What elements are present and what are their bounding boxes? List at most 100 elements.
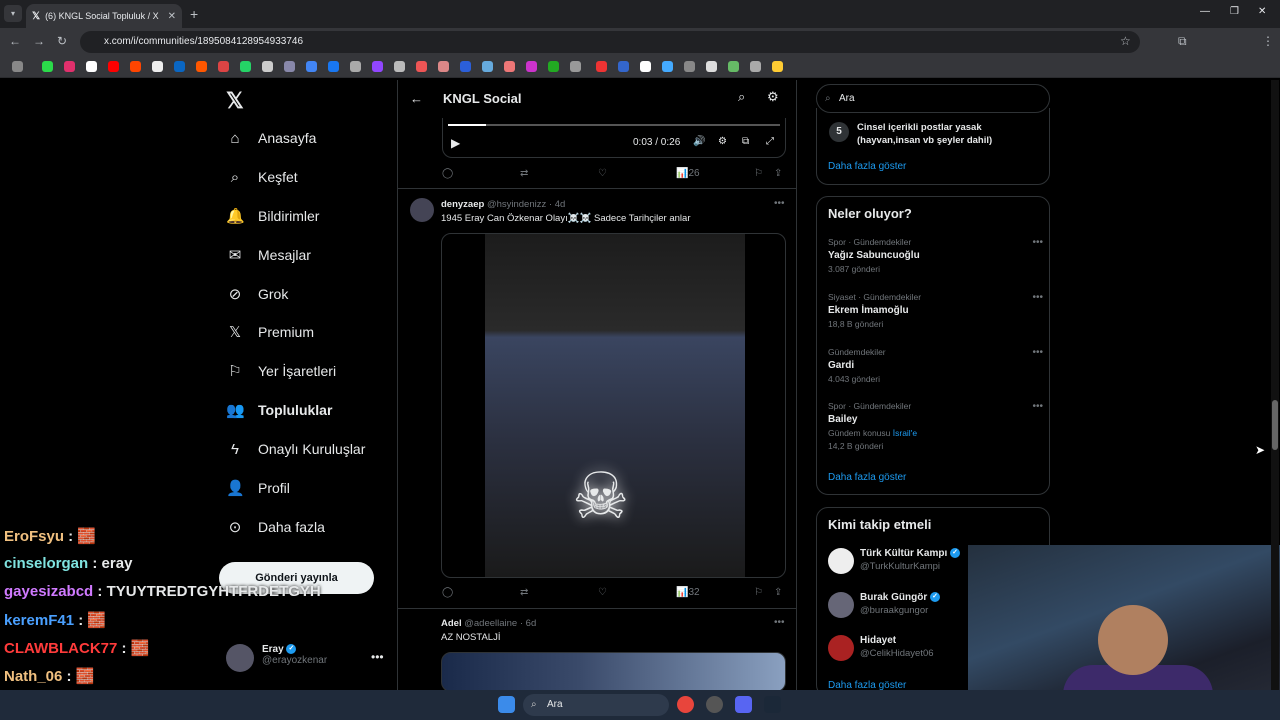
taskbar-search[interactable]: ⌕ Ara bbox=[523, 694, 669, 716]
bookmark-icon[interactable] bbox=[42, 61, 53, 72]
bookmark-icon[interactable] bbox=[86, 61, 97, 72]
bookmark-icon[interactable] bbox=[772, 61, 783, 72]
bookmark-icon[interactable] bbox=[372, 61, 383, 72]
bookmark-icon[interactable] bbox=[262, 61, 273, 72]
views-stat[interactable]: 📊 32 bbox=[676, 587, 700, 598]
windows-start-icon[interactable] bbox=[498, 696, 515, 713]
bookmark-icon[interactable] bbox=[728, 61, 739, 72]
pip-icon[interactable]: ⧉ bbox=[742, 136, 749, 147]
bookmark-icon[interactable] bbox=[306, 61, 317, 72]
like-icon[interactable]: ♡ bbox=[598, 168, 607, 179]
nav-item-messages[interactable]: ✉ Mesajlar bbox=[226, 243, 311, 267]
bookmark-icon[interactable] bbox=[684, 61, 695, 72]
window-close-icon[interactable]: ✕ bbox=[1258, 6, 1266, 17]
bookmark-icon[interactable] bbox=[394, 61, 405, 72]
bookmark-icon[interactable] bbox=[240, 61, 251, 72]
post-more-icon[interactable]: ••• bbox=[774, 198, 785, 209]
bookmark-icon[interactable] bbox=[526, 61, 537, 72]
nav-item-verified-orgs[interactable]: ϟ Onaylı Kuruluşlar bbox=[226, 437, 365, 461]
search-icon[interactable]: ⌕ bbox=[738, 89, 745, 105]
nav-item-premium[interactable]: 𝕏 Premium bbox=[226, 320, 314, 344]
trend-more-icon[interactable]: ••• bbox=[1032, 347, 1043, 358]
trend-more-icon[interactable]: ••• bbox=[1032, 292, 1043, 303]
bookmark-icon[interactable] bbox=[130, 61, 141, 72]
post-video[interactable]: ☠ bbox=[441, 233, 786, 578]
account-more-icon[interactable]: ••• bbox=[371, 650, 384, 664]
forward-icon[interactable]: → bbox=[33, 34, 45, 48]
bookmark-star-icon[interactable]: ☆ bbox=[1120, 34, 1131, 48]
reload-icon[interactable]: ↻ bbox=[57, 34, 67, 48]
bookmark-icon[interactable] bbox=[438, 61, 449, 72]
back-icon[interactable]: ← bbox=[9, 34, 21, 48]
page-scrollbar[interactable] bbox=[1271, 80, 1279, 690]
minimize-icon[interactable]: — bbox=[1200, 6, 1210, 17]
browser-tab[interactable]: 𝕏 (6) KNGL Social Topluluk / X ✕ bbox=[26, 4, 182, 28]
nav-item-bookmarks[interactable]: ⚐ Yer İşaretleri bbox=[226, 359, 336, 383]
x-logo-icon[interactable]: 𝕏 bbox=[226, 88, 244, 114]
reply-icon[interactable]: ◯ bbox=[442, 168, 453, 179]
views-stat[interactable]: 📊 26 bbox=[676, 168, 700, 179]
post-author[interactable]: Adel bbox=[441, 618, 462, 629]
bookmark-icon[interactable] bbox=[218, 61, 229, 72]
bookmark-icon[interactable] bbox=[152, 61, 163, 72]
nav-item-home[interactable]: ⌂ Anasayfa bbox=[226, 126, 316, 150]
trend-item[interactable]: Gündemdekiler Gardi 4.043 gönderi ••• bbox=[828, 347, 1043, 384]
chrome-icon[interactable] bbox=[677, 696, 694, 713]
bookmark-icon[interactable] bbox=[174, 61, 185, 72]
obs-icon[interactable] bbox=[706, 696, 723, 713]
follow-suggestion[interactable]: Türk Kültür Kampı ✓ @TurkKulturKampi bbox=[828, 548, 961, 574]
bookmark-icon[interactable] bbox=[548, 61, 559, 72]
restore-icon[interactable]: ❐ bbox=[1230, 6, 1239, 17]
bookmark-icon[interactable] bbox=[416, 61, 427, 72]
new-tab-icon[interactable]: + bbox=[190, 6, 198, 22]
url-bar[interactable]: x.com/i/communities/1895084128954933746 bbox=[80, 31, 1140, 53]
nav-item-communities[interactable]: 👥 Topluluklar bbox=[226, 398, 332, 422]
tab-close-icon[interactable]: ✕ bbox=[168, 11, 176, 22]
nav-item-notifications[interactable]: 🔔 Bildirimler bbox=[226, 204, 319, 228]
play-icon[interactable]: ▶ bbox=[451, 136, 460, 150]
nav-item-grok[interactable]: ⊘ Grok bbox=[226, 282, 289, 306]
fullscreen-icon[interactable]: ⤢ bbox=[766, 136, 774, 147]
bookmark-icon[interactable] bbox=[108, 61, 119, 72]
like-icon[interactable]: ♡ bbox=[598, 587, 607, 598]
scrollbar-thumb[interactable] bbox=[1272, 400, 1278, 450]
trend-more-icon[interactable]: ••• bbox=[1032, 401, 1043, 412]
bookmark-icon[interactable] bbox=[640, 61, 651, 72]
bookmark-icon[interactable] bbox=[64, 61, 75, 72]
tab-search-button[interactable]: ▾ bbox=[4, 5, 22, 22]
back-arrow-icon[interactable]: ← bbox=[410, 91, 423, 106]
avatar[interactable] bbox=[410, 198, 434, 222]
share-icon[interactable]: ⇪ bbox=[774, 587, 782, 598]
post-image[interactable] bbox=[441, 652, 786, 690]
repost-icon[interactable]: ⇄ bbox=[520, 587, 528, 598]
bookmark-icon[interactable] bbox=[570, 61, 581, 72]
settings-icon[interactable]: ⚙ bbox=[718, 136, 727, 147]
bookmark-icon[interactable] bbox=[662, 61, 673, 72]
show-more-link[interactable]: Daha fazla göster bbox=[828, 161, 906, 172]
post-author[interactable]: denyzaep bbox=[441, 199, 484, 210]
follow-suggestion[interactable]: Burak Güngör ✓ @buraakgungor bbox=[828, 592, 941, 618]
nav-item-explore[interactable]: ⌕ Keşfet bbox=[226, 165, 298, 189]
volume-icon[interactable]: 🔊 bbox=[693, 136, 705, 147]
bookmark-icon[interactable] bbox=[328, 61, 339, 72]
reply-icon[interactable]: ◯ bbox=[442, 587, 453, 598]
repost-icon[interactable]: ⇄ bbox=[520, 168, 528, 179]
bookmark-icon[interactable] bbox=[504, 61, 515, 72]
share-icon[interactable]: ⇪ bbox=[774, 168, 782, 179]
bookmark-icon[interactable]: ⚐ bbox=[754, 168, 763, 179]
discord-icon[interactable] bbox=[735, 696, 752, 713]
bookmark-icon[interactable] bbox=[618, 61, 629, 72]
extensions-icon[interactable]: ⧉ bbox=[1178, 34, 1187, 49]
trend-more-icon[interactable]: ••• bbox=[1032, 237, 1043, 248]
bookmark-icon[interactable] bbox=[596, 61, 607, 72]
bookmark-icon[interactable]: ⚐ bbox=[754, 587, 763, 598]
steam-icon[interactable] bbox=[764, 696, 781, 713]
show-more-link[interactable]: Daha fazla göster bbox=[828, 472, 906, 483]
video-progress-bar[interactable] bbox=[448, 124, 780, 126]
bookmark-icon[interactable] bbox=[196, 61, 207, 72]
apps-icon[interactable] bbox=[12, 61, 23, 72]
trend-item[interactable]: Spor · Gündemdekiler Yağız Sabuncuoğlu 3… bbox=[828, 237, 1043, 274]
post-more-icon[interactable]: ••• bbox=[774, 617, 785, 628]
follow-suggestion[interactable]: Hidayet @CelikHidayet06 bbox=[828, 635, 934, 661]
bookmark-icon[interactable] bbox=[284, 61, 295, 72]
